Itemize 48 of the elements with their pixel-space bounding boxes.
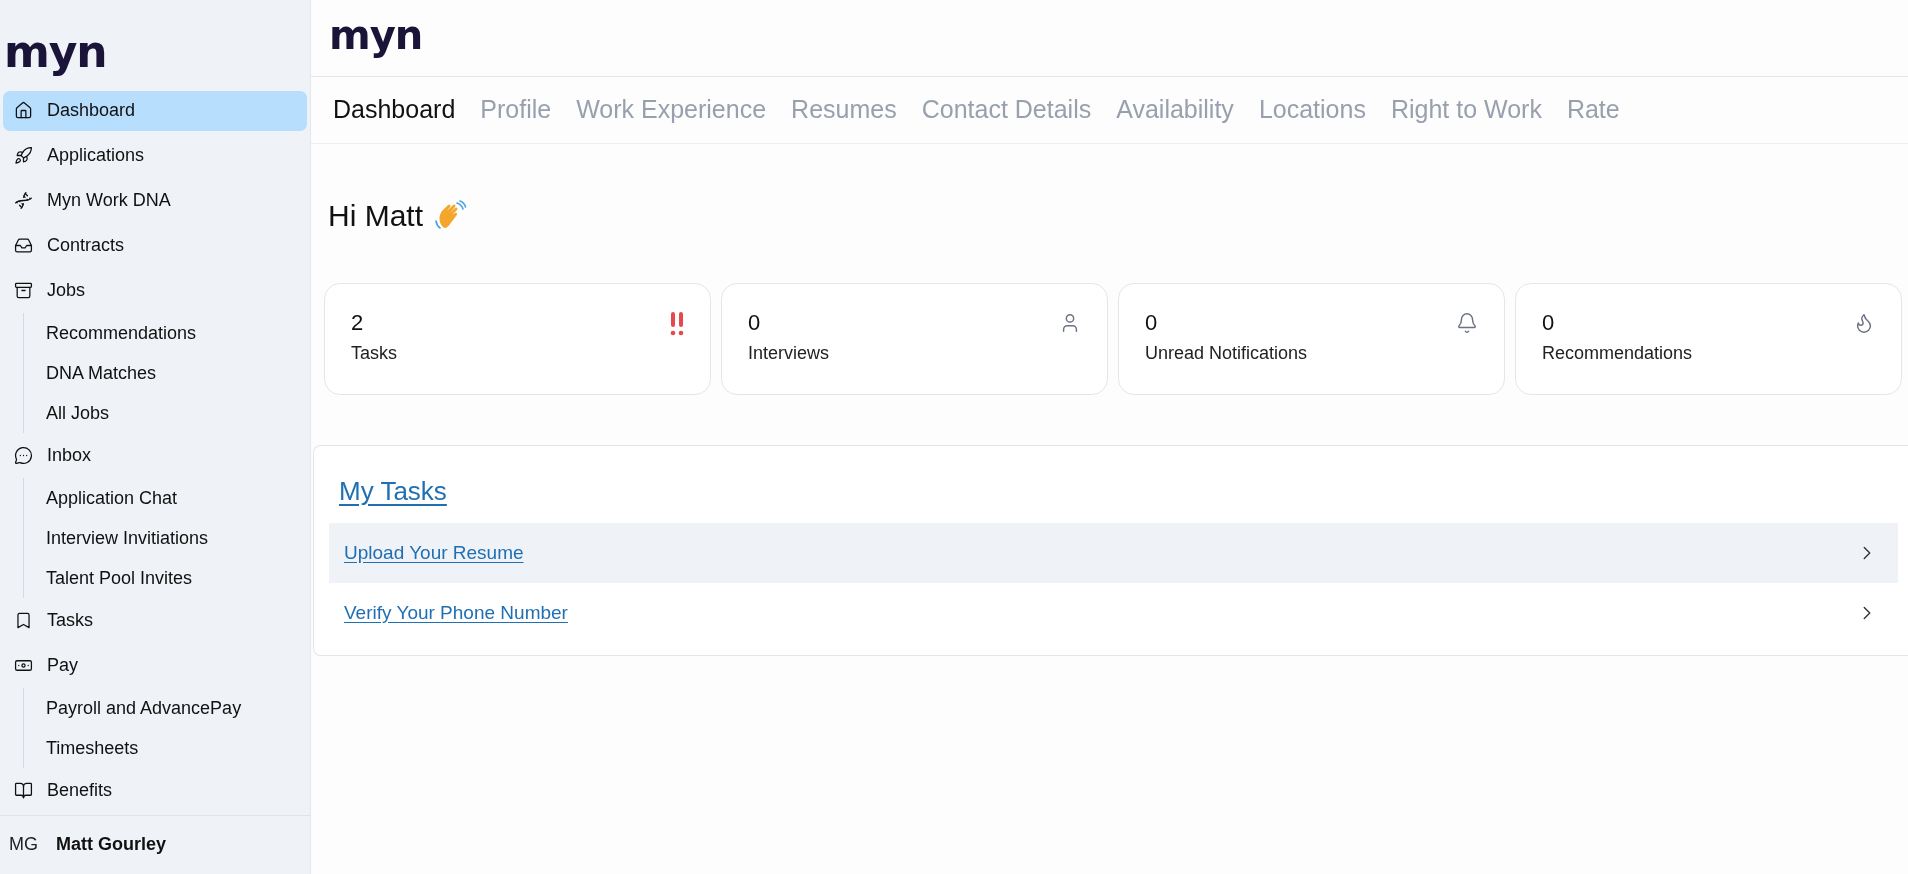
nav-item[interactable]: Dashboard bbox=[3, 90, 307, 131]
nav-item[interactable]: Benefits bbox=[3, 770, 307, 811]
alert-icon bbox=[670, 312, 684, 336]
stat-label: Interviews bbox=[748, 342, 830, 365]
nav-subitem[interactable]: Timesheets bbox=[24, 728, 307, 769]
nav-item[interactable]: Pay bbox=[3, 645, 307, 686]
book-icon bbox=[14, 781, 33, 801]
task-link[interactable]: Verify Your Phone Number bbox=[344, 598, 568, 628]
task-row[interactable]: Upload Your Resume bbox=[329, 523, 1898, 583]
stat-value: 0 bbox=[748, 312, 762, 334]
nav-subitem[interactable]: Recommendations bbox=[24, 313, 307, 354]
stat-card[interactable]: 2 Tasks bbox=[324, 283, 711, 395]
house-icon bbox=[14, 101, 33, 121]
bookmark-icon bbox=[14, 611, 33, 631]
tasks-title[interactable]: My Tasks bbox=[329, 472, 1898, 511]
stat-card[interactable]: 0 Interviews bbox=[721, 283, 1108, 395]
nav-subitem[interactable]: Talent Pool Invites bbox=[24, 558, 307, 599]
nav-item[interactable]: Myn Work DNA bbox=[3, 180, 307, 221]
stat-card[interactable]: 0 Unread Notifications bbox=[1118, 283, 1505, 395]
user-initials: MG bbox=[9, 832, 38, 856]
myn-logo: myn bbox=[4, 30, 107, 75]
nav-subitem[interactable]: DNA Matches bbox=[24, 353, 307, 394]
bell-icon bbox=[1456, 312, 1478, 334]
stat-value: 2 bbox=[351, 312, 365, 334]
nav-item[interactable]: Contracts bbox=[3, 225, 307, 266]
nav-item[interactable]: Jobs bbox=[3, 270, 307, 311]
nav-subitem[interactable]: Application Chat bbox=[24, 478, 307, 519]
stat-value: 0 bbox=[1542, 312, 1556, 334]
nav-item[interactable]: Tasks bbox=[3, 600, 307, 641]
greeting: Hi Matt bbox=[328, 201, 423, 233]
stat-label: Recommendations bbox=[1542, 342, 1693, 365]
nav-subitem[interactable]: All Jobs bbox=[24, 393, 307, 434]
stat-value: 0 bbox=[1145, 312, 1159, 334]
chat-bubble-icon bbox=[14, 446, 33, 466]
stat-card[interactable]: 0 Recommendations bbox=[1515, 283, 1902, 395]
nav-item[interactable]: Applications bbox=[3, 135, 307, 176]
nav-item[interactable]: Inbox bbox=[3, 435, 307, 476]
tab[interactable]: Dashboard bbox=[333, 91, 456, 129]
dna-icon bbox=[14, 191, 33, 211]
task-link[interactable]: Upload Your Resume bbox=[344, 538, 524, 568]
nav-subitem[interactable]: Interview Invitiations bbox=[24, 518, 307, 559]
box-icon bbox=[14, 281, 33, 301]
stat-label: Unread Notifications bbox=[1145, 342, 1308, 365]
rocket-icon bbox=[14, 146, 33, 166]
stat-label: Tasks bbox=[351, 342, 397, 365]
nav-subitem[interactable]: Payroll and AdvancePay bbox=[24, 688, 307, 729]
task-row[interactable]: Verify Your Phone Number bbox=[329, 583, 1898, 643]
user-name[interactable]: Matt Gourley bbox=[56, 830, 166, 858]
